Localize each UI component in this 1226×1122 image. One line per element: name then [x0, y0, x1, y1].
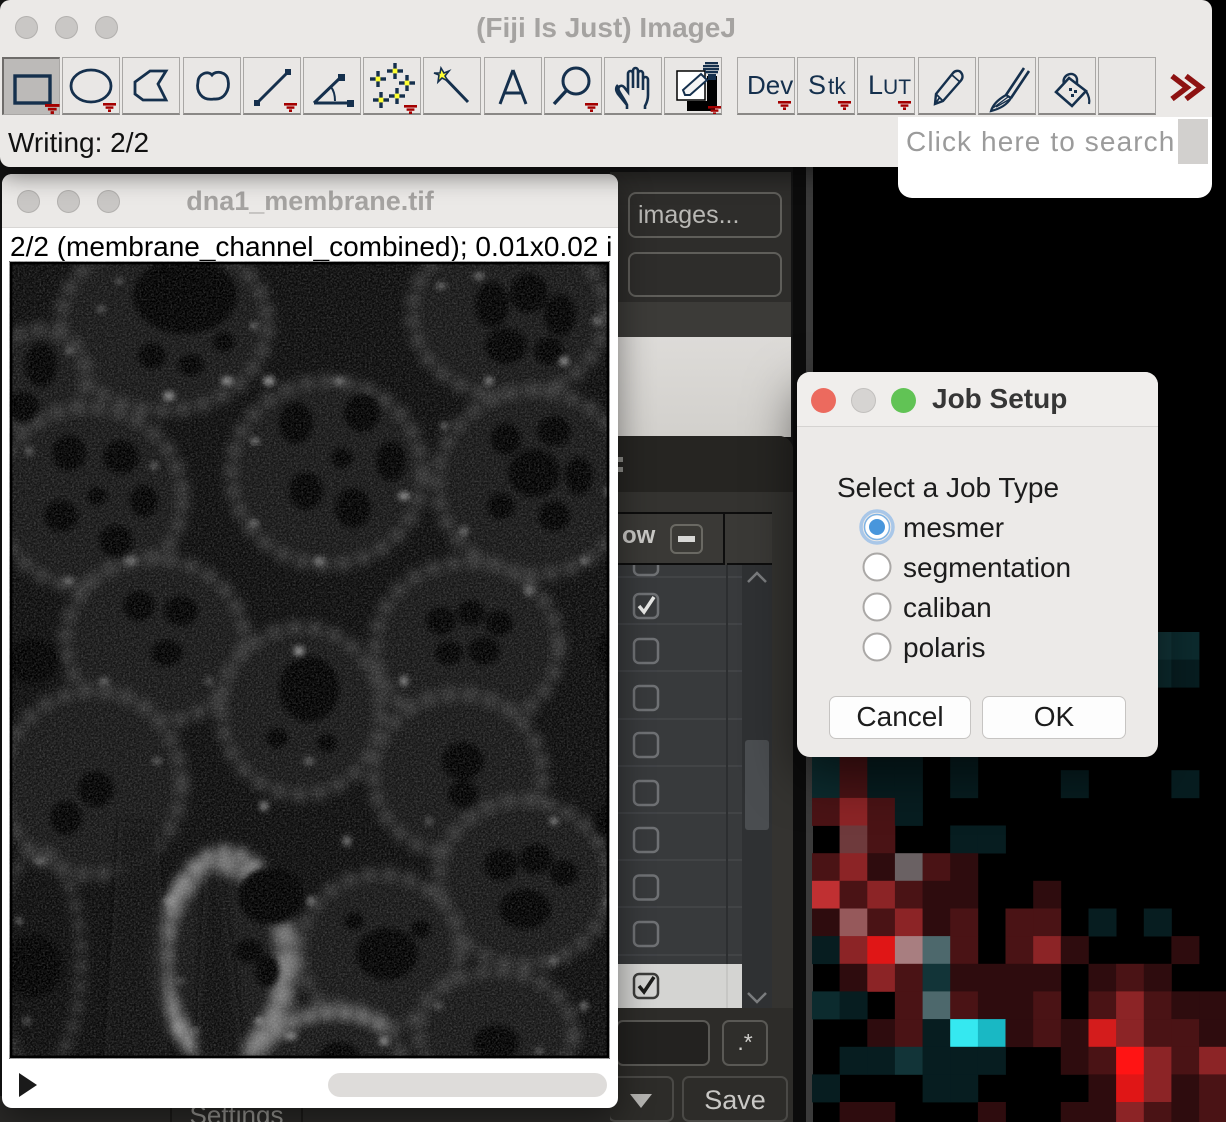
svg-text:Dev: Dev [747, 70, 793, 100]
svg-text:LUT: LUT [868, 70, 911, 100]
svg-text:Stk: Stk [808, 70, 846, 100]
